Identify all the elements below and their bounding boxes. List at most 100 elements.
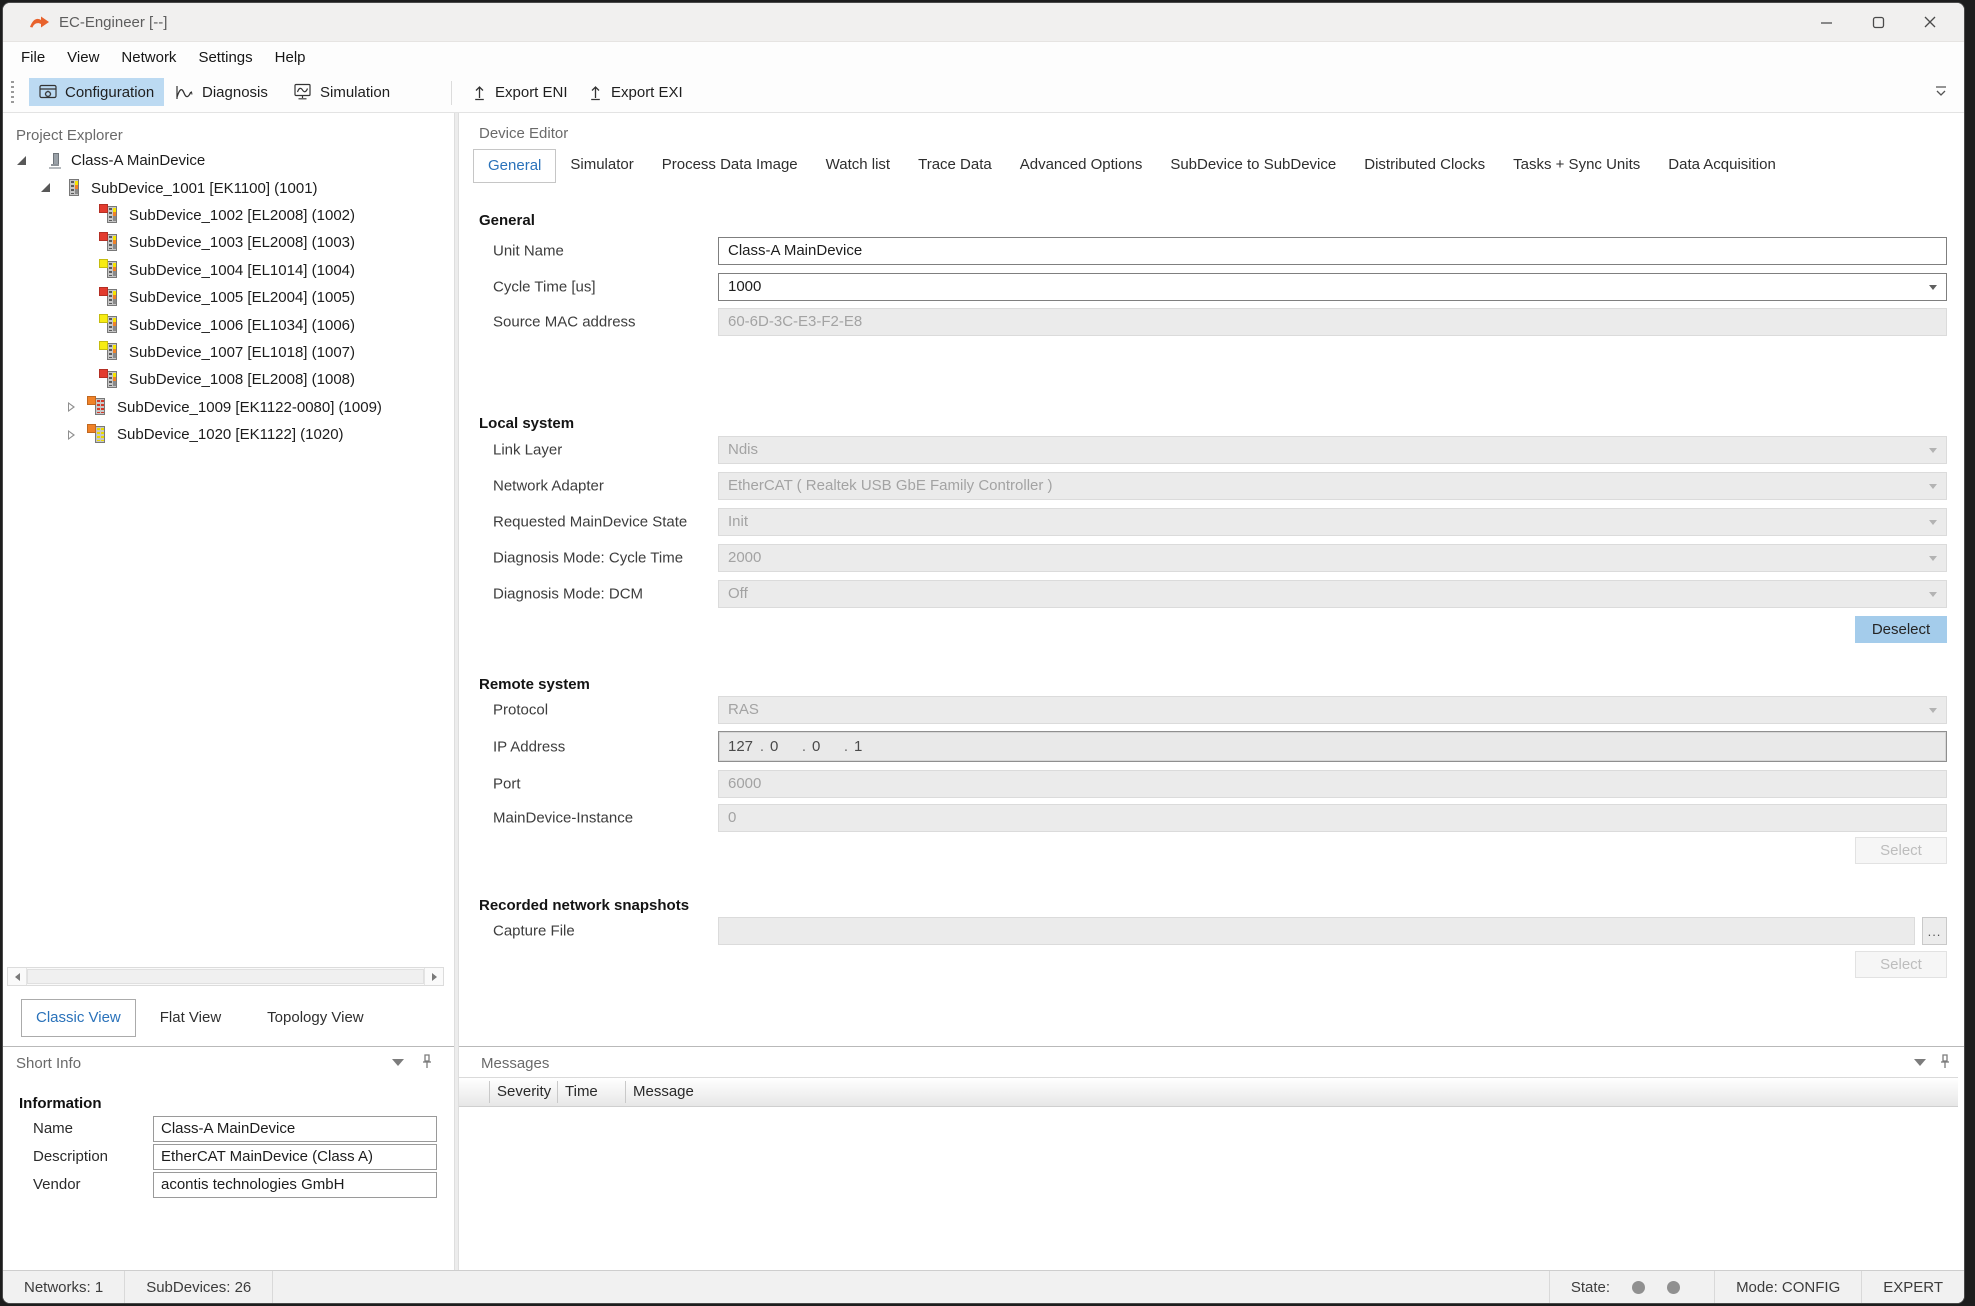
output-terminal-icon xyxy=(105,206,120,224)
toolbar-separator xyxy=(451,81,452,105)
minimize-button[interactable] xyxy=(1800,3,1852,41)
description-label: Description xyxy=(33,1148,108,1165)
scrollbar-thumb[interactable] xyxy=(27,969,424,984)
menu-help[interactable]: Help xyxy=(264,42,317,73)
pin-icon[interactable] xyxy=(420,1053,434,1071)
tree-item-subdevice-1007[interactable]: SubDevice_1007 [EL1018] (1007) xyxy=(3,339,448,366)
export-icon xyxy=(587,83,604,101)
expander-expanded-icon[interactable] xyxy=(13,152,31,170)
configuration-button[interactable]: Configuration xyxy=(29,78,164,106)
menu-settings[interactable]: Settings xyxy=(187,42,263,73)
remote-select-button: Select xyxy=(1855,837,1947,864)
tree-item-subdevice-1008[interactable]: SubDevice_1008 [EL2008] (1008) xyxy=(3,366,448,393)
tree-item-maindevice[interactable]: Class-A MainDevice xyxy=(3,147,448,174)
menu-view[interactable]: View xyxy=(56,42,110,73)
capture-file-row: Capture File ... xyxy=(479,917,1947,945)
project-explorer-title: Project Explorer xyxy=(16,127,123,144)
unit-name-input[interactable]: Class-A MainDevice xyxy=(718,237,1947,265)
maximize-icon xyxy=(1872,16,1885,29)
export-exi-button[interactable]: Export EXI xyxy=(577,78,693,106)
source-mac-input: 60-6D-3C-E3-F2-E8 xyxy=(718,308,1947,336)
severity-column-header[interactable]: Severity xyxy=(497,1083,551,1100)
simulation-button[interactable]: Simulation xyxy=(283,78,400,106)
tree-item-label: SubDevice_1002 [EL2008] (1002) xyxy=(129,207,355,224)
tree-item-subdevice-1020[interactable]: SubDevice_1020 [EK1122] (1020) xyxy=(3,421,448,448)
ip-dot: . xyxy=(838,732,854,761)
tab-advanced-options[interactable]: Advanced Options xyxy=(1006,149,1157,183)
protocol-select: RAS xyxy=(718,696,1947,724)
tree-item-label: Class-A MainDevice xyxy=(71,152,205,169)
unit-name-row: Unit Name Class-A MainDevice xyxy=(479,237,1947,265)
tree-item-subdevice-1002[interactable]: SubDevice_1002 [EL2008] (1002) xyxy=(3,202,448,229)
ip-octet[interactable]: 1 xyxy=(854,732,880,761)
ip-address-input[interactable]: 127.0.0.1 xyxy=(718,731,1947,762)
state-status: State: xyxy=(1549,1271,1714,1303)
menu-file[interactable]: File xyxy=(10,42,56,73)
export-eni-label: Export ENI xyxy=(495,84,568,101)
expander-collapsed-icon[interactable] xyxy=(63,398,81,416)
ip-address-row: IP Address 127.0.0.1 xyxy=(479,731,1947,762)
tree-item-subdevice-1001[interactable]: SubDevice_1001 [EK1100] (1001) xyxy=(3,174,448,201)
browse-button[interactable]: ... xyxy=(1922,917,1947,945)
tree-item-subdevice-1009[interactable]: SubDevice_1009 [EK1122-0080] (1009) xyxy=(3,394,448,421)
tab-tasks-sync-units[interactable]: Tasks + Sync Units xyxy=(1499,149,1654,183)
tree-item-subdevice-1006[interactable]: SubDevice_1006 [EL1034] (1006) xyxy=(3,311,448,338)
network-adapter-select: EtherCAT ( Realtek USB GbE Family Contro… xyxy=(718,472,1947,500)
tab-general[interactable]: General xyxy=(473,149,556,183)
tree-item-subdevice-1005[interactable]: SubDevice_1005 [EL2004] (1005) xyxy=(3,284,448,311)
scroll-left-arrow[interactable] xyxy=(8,968,27,985)
vendor-value: acontis technologies GmbH xyxy=(153,1172,437,1198)
ip-octet[interactable]: 0 xyxy=(770,732,796,761)
source-mac-row: Source MAC address 60-6D-3C-E3-F2-E8 xyxy=(479,308,1947,336)
tab-distributed-clocks[interactable]: Distributed Clocks xyxy=(1350,149,1499,183)
device-tree: Class-A MainDevice SubDevice_1001 [EK110… xyxy=(3,147,448,448)
ip-dot: . xyxy=(796,732,812,761)
time-column-header[interactable]: Time xyxy=(565,1083,598,1100)
expander-expanded-icon[interactable] xyxy=(37,179,55,197)
scroll-right-arrow[interactable] xyxy=(424,968,443,985)
tab-classic-view[interactable]: Classic View xyxy=(21,999,136,1037)
toolbar-grip[interactable] xyxy=(11,81,14,105)
project-explorer-panel: Project Explorer Class-A MainDevice SubD… xyxy=(3,113,454,1272)
pin-icon[interactable] xyxy=(1938,1053,1952,1071)
port-label: Port xyxy=(493,776,521,793)
toolbar-overflow-button[interactable] xyxy=(1932,83,1950,101)
diagnosis-dcm-row: Diagnosis Mode: DCM Off xyxy=(479,580,1947,608)
message-column-header[interactable]: Message xyxy=(633,1083,694,1100)
chevron-down-icon[interactable] xyxy=(392,1059,404,1066)
expander-collapsed-icon[interactable] xyxy=(63,426,81,444)
ip-octet[interactable]: 127 xyxy=(728,732,754,761)
close-button[interactable] xyxy=(1904,3,1956,41)
messages-column-header: Severity Time Message xyxy=(459,1077,1958,1107)
export-eni-button[interactable]: Export ENI xyxy=(461,78,578,106)
tab-trace-data[interactable]: Trace Data xyxy=(904,149,1006,183)
tree-item-subdevice-1004[interactable]: SubDevice_1004 [EL1014] (1004) xyxy=(3,257,448,284)
tab-data-acquisition[interactable]: Data Acquisition xyxy=(1654,149,1790,183)
tree-item-subdevice-1003[interactable]: SubDevice_1003 [EL2008] (1003) xyxy=(3,229,448,256)
tab-topology-view[interactable]: Topology View xyxy=(253,1000,377,1036)
tab-watch-list[interactable]: Watch list xyxy=(812,149,904,183)
requested-state-select: Init xyxy=(718,508,1947,536)
tree-item-label: SubDevice_1005 [EL2004] (1005) xyxy=(129,289,355,306)
tab-simulator[interactable]: Simulator xyxy=(556,149,647,183)
tab-process-data-image[interactable]: Process Data Image xyxy=(648,149,812,183)
diagnosis-button[interactable]: Diagnosis xyxy=(165,78,278,106)
chevron-down-icon[interactable] xyxy=(1914,1059,1926,1066)
junction-terminal-icon xyxy=(93,426,108,444)
toolbar: Configuration Diagnosis Simulation xyxy=(3,73,1964,113)
port-row: Port 6000 xyxy=(479,770,1947,798)
maindevice-instance-label: MainDevice-Instance xyxy=(493,810,633,827)
cycle-time-select[interactable]: 1000 xyxy=(718,273,1947,301)
ip-octet[interactable]: 0 xyxy=(812,732,838,761)
deselect-button[interactable]: Deselect xyxy=(1855,616,1947,643)
junction-terminal-icon xyxy=(93,398,108,416)
maximize-button[interactable] xyxy=(1852,3,1904,41)
tab-subdevice-to-subdevice[interactable]: SubDevice to SubDevice xyxy=(1156,149,1350,183)
name-label: Name xyxy=(33,1120,73,1137)
configuration-icon xyxy=(39,84,58,101)
link-layer-row: Link Layer Ndis xyxy=(479,436,1947,464)
tree-horizontal-scrollbar[interactable] xyxy=(7,967,444,986)
tab-flat-view[interactable]: Flat View xyxy=(146,1000,235,1036)
menu-network[interactable]: Network xyxy=(110,42,187,73)
port-input: 6000 xyxy=(718,770,1947,798)
